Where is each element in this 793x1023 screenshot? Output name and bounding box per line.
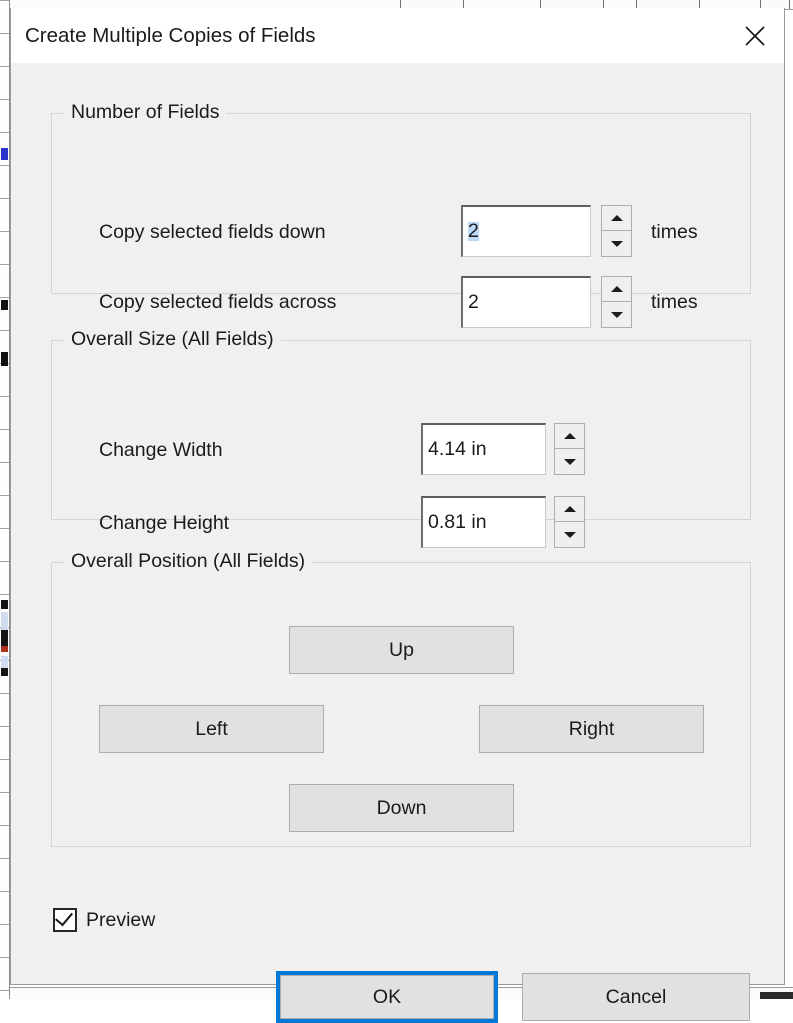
triangle-up-icon bbox=[610, 215, 623, 221]
create-multiple-copies-dialog: Create Multiple Copies of Fields Number … bbox=[10, 8, 785, 1023]
close-icon[interactable] bbox=[726, 8, 784, 63]
group-overall-position-legend: Overall Position (All Fields) bbox=[64, 550, 313, 573]
cancel-button[interactable]: Cancel bbox=[522, 973, 750, 1021]
input-copy-fields-across-value: 2 bbox=[468, 290, 479, 313]
label-copy-fields-down: Copy selected fields down bbox=[99, 221, 326, 243]
spinner-change-height[interactable] bbox=[554, 496, 585, 548]
triangle-down-icon bbox=[563, 458, 576, 465]
preview-checkbox[interactable] bbox=[53, 907, 77, 932]
triangle-down-icon bbox=[610, 311, 623, 318]
background-artifact bbox=[1, 646, 8, 652]
spinner-copy-fields-down[interactable] bbox=[601, 205, 632, 257]
input-change-width[interactable]: 4.14 in bbox=[421, 423, 546, 475]
spinner-change-width[interactable] bbox=[554, 423, 585, 475]
background-artifact bbox=[1, 300, 8, 310]
spinner-up-button[interactable] bbox=[602, 277, 631, 302]
group-number-of-fields-legend: Number of Fields bbox=[64, 101, 227, 124]
group-overall-size: Overall Size (All Fields) bbox=[51, 328, 751, 520]
background-left-ruler bbox=[0, 0, 10, 999]
spinner-down-button[interactable] bbox=[602, 231, 631, 256]
background-artifact bbox=[1, 148, 8, 160]
input-change-height[interactable]: 0.81 in bbox=[421, 496, 546, 548]
move-left-button[interactable]: Left bbox=[99, 705, 324, 753]
ok-button[interactable]: OK bbox=[276, 971, 498, 1023]
move-right-button[interactable]: Right bbox=[479, 705, 704, 753]
dialog-body: Number of Fields Copy selected fields do… bbox=[11, 63, 784, 1023]
label-copy-fields-across: Copy selected fields across bbox=[99, 291, 337, 313]
preview-checkbox-row[interactable]: Preview bbox=[53, 907, 156, 932]
spinner-down-button[interactable] bbox=[602, 302, 631, 327]
spinner-up-button[interactable] bbox=[555, 497, 584, 522]
spinner-up-button[interactable] bbox=[555, 424, 584, 449]
checkmark-icon bbox=[55, 907, 73, 927]
input-copy-fields-across[interactable]: 2 bbox=[461, 276, 591, 328]
background-artifact bbox=[1, 668, 8, 676]
move-up-button[interactable]: Up bbox=[289, 626, 514, 674]
preview-checkbox-label: Preview bbox=[86, 908, 156, 931]
suffix-copy-fields-across-times: times bbox=[651, 291, 698, 313]
suffix-copy-fields-down-times: times bbox=[651, 221, 698, 243]
group-overall-size-legend: Overall Size (All Fields) bbox=[64, 328, 281, 351]
triangle-down-icon bbox=[563, 531, 576, 538]
move-down-button[interactable]: Down bbox=[289, 784, 514, 832]
background-bottom-bar bbox=[760, 992, 793, 999]
background-artifact bbox=[1, 352, 8, 366]
input-change-height-value: 0.81 in bbox=[428, 510, 487, 533]
triangle-up-icon bbox=[563, 433, 576, 439]
dialog-titlebar: Create Multiple Copies of Fields bbox=[11, 8, 784, 63]
input-change-width-value: 4.14 in bbox=[428, 437, 487, 460]
background-artifact bbox=[1, 600, 8, 609]
label-change-width: Change Width bbox=[99, 439, 223, 461]
spinner-copy-fields-across[interactable] bbox=[601, 276, 632, 328]
background-artifact bbox=[1, 612, 8, 630]
ok-button-label: OK bbox=[280, 975, 494, 1019]
label-change-height: Change Height bbox=[99, 512, 230, 534]
triangle-up-icon bbox=[563, 506, 576, 512]
triangle-down-icon bbox=[610, 240, 623, 247]
spinner-down-button[interactable] bbox=[555, 522, 584, 547]
input-copy-fields-down[interactable]: 2 bbox=[461, 205, 591, 257]
dialog-title: Create Multiple Copies of Fields bbox=[25, 24, 316, 47]
input-copy-fields-down-value: 2 bbox=[468, 219, 479, 242]
group-number-of-fields: Number of Fields bbox=[51, 101, 751, 294]
spinner-up-button[interactable] bbox=[602, 206, 631, 231]
spinner-down-button[interactable] bbox=[555, 449, 584, 474]
triangle-up-icon bbox=[610, 286, 623, 292]
